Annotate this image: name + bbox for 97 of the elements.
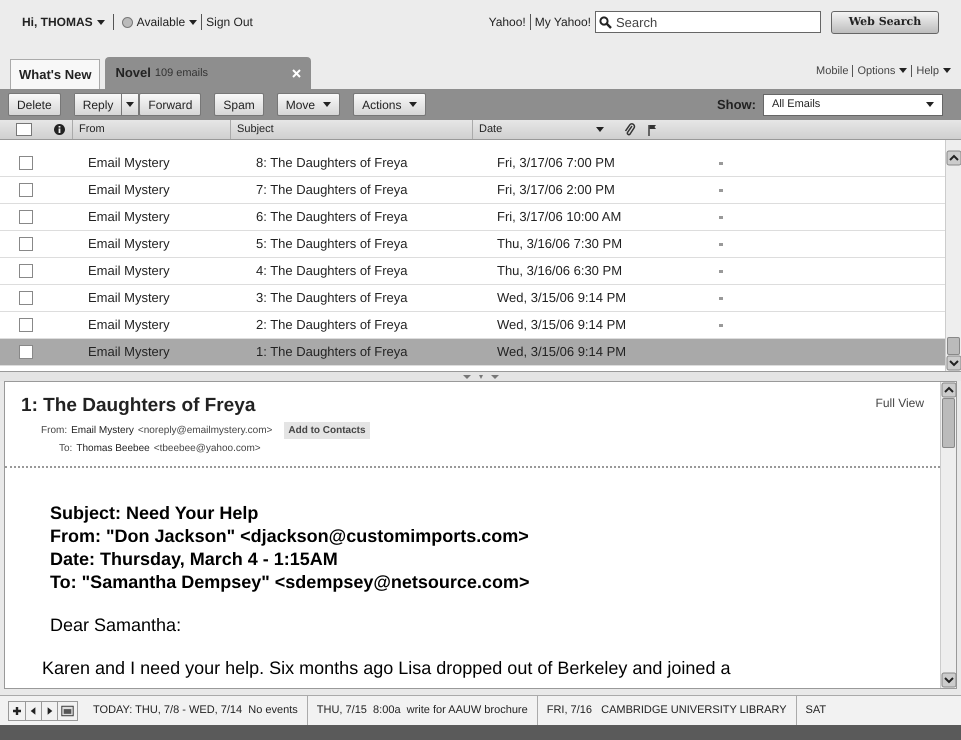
recipient-name: Thomas Beebee: [76, 442, 150, 456]
column-header[interactable]: From: [72, 120, 230, 139]
caret-icon: [96, 20, 105, 24]
caret-icon: [943, 68, 951, 74]
subject-cell-text: 2: The Daughters of Freya: [256, 316, 409, 334]
email-row[interactable]: Email Mystery 1: The Daughters of Freya Wed, 3/15/06 9:14 PM: [0, 339, 945, 366]
email-count: 109 emails: [154, 66, 208, 81]
tab[interactable]: What's New: [10, 59, 100, 89]
web-search-button[interactable]: Web Search: [831, 10, 939, 34]
scroll-down-icon[interactable]: [941, 672, 957, 688]
full-view-link[interactable]: Full View: [876, 394, 924, 412]
subject-cell-text: 5: The Daughters of Freya: [256, 235, 409, 254]
sender-cell-text: Email Mystery: [88, 343, 171, 362]
toolbar-button[interactable]: Spam: [214, 93, 264, 116]
dropdown-button[interactable]: [121, 94, 138, 115]
scrollbar-thumb[interactable]: [947, 337, 960, 355]
subject-cell-text: 3: The Daughters of Freya: [256, 289, 409, 308]
search-field[interactable]: Search: [595, 11, 821, 33]
search-icon: [599, 16, 612, 29]
scrollbar-thumb[interactable]: [942, 398, 955, 448]
column-header[interactable]: Subject: [230, 120, 472, 139]
sender-cell-text: Email Mystery: [88, 289, 171, 308]
caret-icon: [323, 102, 332, 107]
caret-icon: [409, 102, 418, 107]
menu-button[interactable]: Actions: [353, 93, 426, 116]
to-label: To:: [59, 442, 72, 456]
status-menu[interactable]: Available: [122, 13, 198, 31]
date-cell-text: Fri, 3/17/06 2:00 PM: [497, 181, 616, 200]
splitter-handle-icon[interactable]: [460, 374, 500, 380]
show-dropdown[interactable]: All Emails: [763, 94, 943, 116]
row-checkbox[interactable]: [19, 264, 33, 278]
email-header-line: Subject: Need Your Help: [50, 502, 260, 524]
email-header-line: From: "Don Jackson" <djackson@customimports.com>: [50, 524, 530, 548]
info-icon: [54, 124, 65, 135]
date-cell-text: Thu, 3/16/06 7:30 PM: [497, 235, 624, 254]
date-cell-text: Wed, 3/15/06 9:14 PM: [497, 343, 628, 362]
caret-icon: [596, 127, 604, 132]
calendar-event[interactable]: TODAY: THU, 7/8 - WED, 7/14 No events: [84, 696, 307, 725]
caret-icon: [189, 20, 198, 24]
toolbar-button[interactable]: Reply: [74, 94, 122, 115]
message-title: 1: The Daughters of Freya: [21, 394, 256, 418]
sender-cell-text: Email Mystery: [88, 262, 171, 280]
header-link[interactable]: Options: [857, 62, 908, 79]
row-checkbox[interactable]: [19, 183, 33, 197]
caret-icon: [926, 102, 934, 107]
date-cell-text: Wed, 3/15/06 9:14 PM: [497, 316, 628, 334]
paperclip-icon: [624, 122, 636, 136]
subject-cell-text: 8: The Daughters of Freya: [256, 154, 409, 172]
scroll-up-icon[interactable]: [946, 150, 961, 166]
header-link[interactable]: Mobile: [816, 62, 848, 79]
row-checkbox[interactable]: [19, 210, 33, 224]
date-cell-text: Thu, 3/16/06 6:30 PM: [497, 262, 624, 280]
body-paragraph: Karen and I need your help. Six months ago Lisa dropped out of Berkeley and joined a: [42, 656, 732, 680]
sender-cell-text: Email Mystery: [88, 235, 171, 254]
column-header[interactable]: Date: [472, 120, 622, 139]
row-checkbox[interactable]: [19, 291, 33, 305]
flag-icon: [648, 124, 657, 136]
scroll-down-icon[interactable]: [946, 355, 961, 371]
date-cell-text: Fri, 3/17/06 7:00 PM: [497, 154, 616, 172]
menu-button[interactable]: Move: [276, 93, 340, 116]
sender-cell-text: Email Mystery: [88, 181, 171, 200]
portal-link[interactable]: Yahoo!: [488, 13, 526, 31]
subject-cell-text: 1: The Daughters of Freya: [256, 343, 409, 362]
subject-cell-text: 6: The Daughters of Freya: [256, 208, 409, 226]
sender-cell-text: Email Mystery: [88, 208, 171, 226]
from-label: From:: [41, 424, 68, 438]
row-checkbox[interactable]: [19, 156, 33, 170]
add-to-contacts-button[interactable]: Add to Contacts: [284, 422, 370, 438]
sender-name: Email Mystery: [71, 424, 134, 438]
sign-out-link[interactable]: Sign Out: [206, 13, 253, 31]
toolbar-button[interactable]: Forward: [139, 93, 202, 116]
select-all-checkbox[interactable]: [16, 123, 32, 136]
date-cell-text: Fri, 3/17/06 10:00 AM: [497, 208, 622, 226]
header-link[interactable]: Help: [916, 62, 951, 79]
email-header-line: Date: Thursday, March 4 - 1:15AM: [50, 548, 339, 570]
row-checkbox[interactable]: [19, 237, 33, 251]
sender-cell-text: Email Mystery: [88, 154, 171, 172]
row-checkbox[interactable]: [19, 318, 33, 332]
caret-icon: [899, 68, 908, 74]
recipient-address: <tbeebee@yahoo.com>: [154, 442, 261, 456]
sender-cell-text: Email Mystery: [88, 316, 171, 334]
scroll-up-icon[interactable]: [941, 382, 957, 398]
close-icon[interactable]: [292, 68, 302, 78]
subject-cell-text: 4: The Daughters of Freya: [256, 262, 409, 280]
body-paragraph: Dear Samantha:: [50, 614, 182, 636]
caret-icon: [126, 102, 134, 107]
date-cell-text: Wed, 3/15/06 9:14 PM: [497, 289, 628, 308]
sender-address: <noreply@emailmystery.com>: [138, 424, 272, 438]
toolbar-button[interactable]: Delete: [8, 93, 61, 116]
email-header-line: To: "Samantha Dempsey" <sdempsey@netsource.com>: [50, 570, 530, 594]
tab[interactable]: Novel 109 emails: [105, 57, 312, 89]
subject-cell-text: 7: The Daughters of Freya: [256, 181, 409, 200]
row-checkbox[interactable]: [19, 345, 33, 359]
status-icon: [122, 16, 133, 28]
show-label: Show:: [717, 96, 756, 114]
portal-link[interactable]: My Yahoo!: [534, 13, 591, 31]
user-menu[interactable]: Hi, THOMAS: [22, 13, 105, 31]
